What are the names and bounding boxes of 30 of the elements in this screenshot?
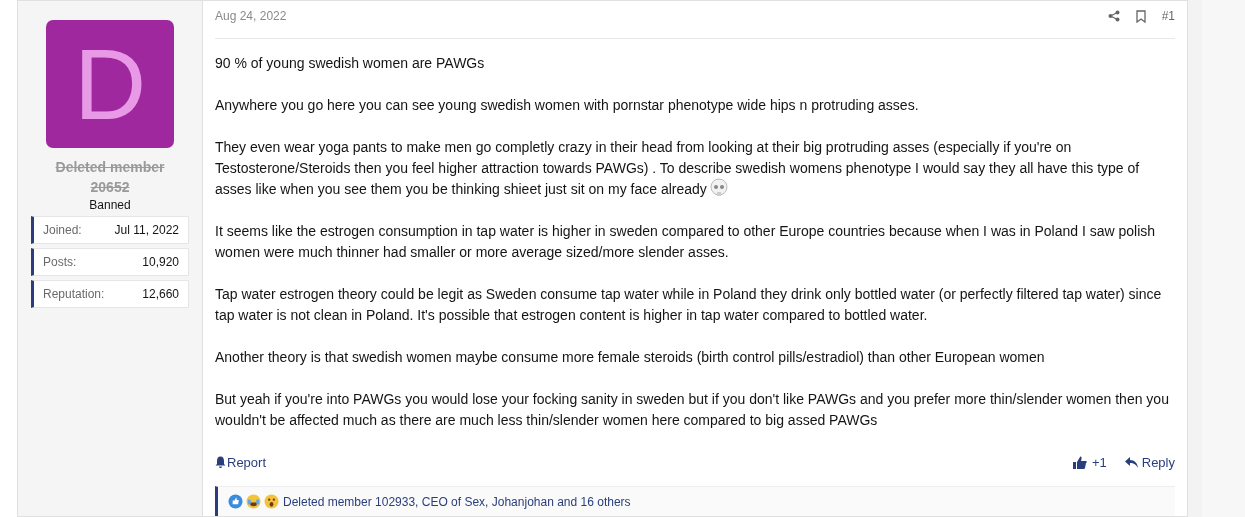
post-paragraph: 90 % of young swedish women are PAWGs <box>215 54 485 71</box>
bookmark-icon[interactable] <box>1135 9 1146 23</box>
user-title: Banned <box>89 197 131 213</box>
stat-label: Posts: <box>43 254 77 271</box>
stat-value: 12,660 <box>142 286 179 303</box>
reply-button[interactable]: Reply <box>1124 452 1175 472</box>
reply-arrow-icon <box>1124 456 1138 468</box>
stat-label: Reputation: <box>43 286 105 303</box>
reactions-summary[interactable]: Deleted member 102933, CEO of Sex, Johanjohan and 16 others <box>283 492 631 511</box>
like-button[interactable]: +1 <box>1072 452 1107 472</box>
like-reaction-icon <box>228 494 243 509</box>
post-paragraph: Anywhere you go here you can see young swedish women with pornstar phenotype wide hips n protruding asses. <box>215 96 919 113</box>
surprised-face-icon <box>264 494 279 509</box>
stat-value: Jul 11, 2022 <box>114 222 179 239</box>
post-paragraph: It seems like the estrogen consumption in tap water is higher in sweden compared to other Europe countries because when I was in Poland I saw polish women were much thinner had smaller or more average sized/more slender asses. <box>215 222 1156 260</box>
post-paragraph: Another theory is that swedish women maybe consume more female steroids (birth control pills/estradiol) than other European women <box>215 348 1045 365</box>
stat-value: 10,920 <box>142 254 179 271</box>
post-paragraph: They even wear yoga pants to make men go completly crazy in their head from looking at their big protruding asses (especially if you're on Testosterone/Steroids then you feel higher attraction towards PAWGs) . To describe swedish womens phenotype I would say they all have this type of asses like when you see them you be thinking shieet just sit on my face already <box>215 138 1140 197</box>
stat-label: Joined: <box>43 222 82 239</box>
post-date[interactable]: Aug 24, 2022 <box>215 7 287 26</box>
skull-face-icon <box>708 177 729 198</box>
thumbs-up-icon <box>1072 455 1087 469</box>
laughing-face-icon <box>246 494 261 509</box>
share-icon[interactable] <box>1107 10 1120 23</box>
bell-icon <box>215 456 226 469</box>
post-paragraph: Tap water estrogen theory could be legit as Sweden consume tap water while in Poland they drink only bottled water (or perfectly filtered tap water) since tap water is not clean in Poland. It's possible that estrogen content is higher in tap water compared to bottled water. <box>215 285 1162 323</box>
reactions-bar[interactable]: Deleted member 102933, CEO of Sex, Johanjohan and 16 others <box>215 486 1175 516</box>
post-paragraph: But yeah if you're into PAWGs you would lose your focking sanity in sweden but if you don't like PAWGs and you prefer more thin/slender women then you wouldn't be affected much as there are much less thin/slender women here compared to big assed PAWGs <box>215 390 1169 428</box>
report-link[interactable]: Report <box>215 452 267 472</box>
post-number[interactable]: #1 <box>1161 7 1175 26</box>
